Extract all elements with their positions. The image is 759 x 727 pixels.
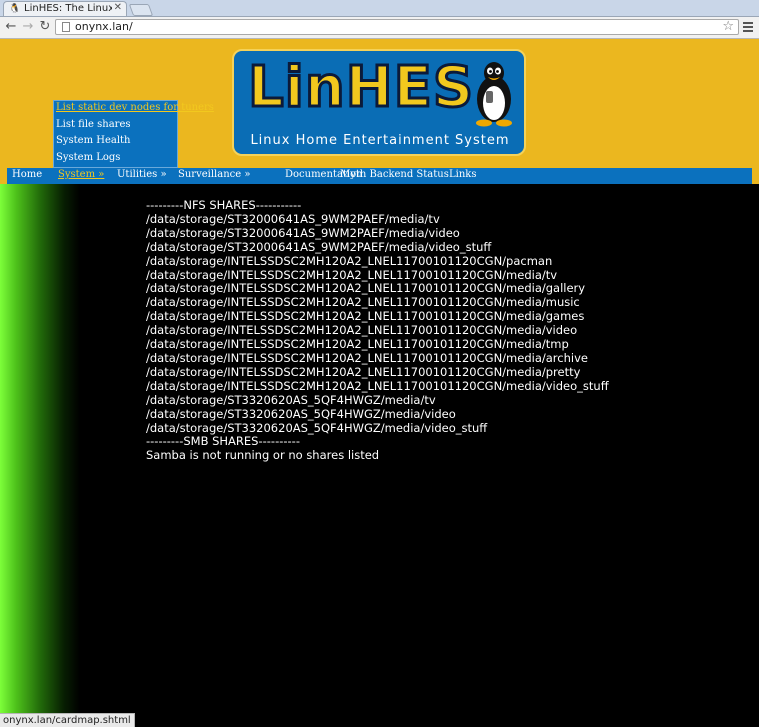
forward-arrow-icon[interactable]: → [20, 19, 36, 35]
logo-subtitle: Linux Home Entertainment System [250, 133, 510, 148]
page-icon [62, 22, 70, 32]
output-line: /data/storage/ST32000641AS_9WM2PAEF/medi… [146, 239, 492, 254]
nav-surveillance[interactable]: Surveillance » [178, 169, 250, 180]
output-line: /data/storage/INTELSSDSC2MH120A2_LNEL117… [146, 253, 553, 268]
address-bar[interactable]: onynx.lan/ ☆ [55, 19, 739, 35]
system-dropdown-menu: List static dev nodes for tuners List fi… [53, 100, 214, 168]
nav-home[interactable]: Home [12, 169, 42, 180]
menu-item-static-dev-nodes[interactable]: List static dev nodes for tuners [56, 102, 214, 113]
shares-output: ---------NFS SHARES----------- /data/sto… [146, 198, 746, 463]
tab-close-icon[interactable]: ✕ [114, 2, 122, 13]
browser-menu-icon[interactable] [741, 20, 755, 34]
output-line: /data/storage/ST32000641AS_9WM2PAEF/medi… [146, 211, 440, 226]
nav-utilities[interactable]: Utilities » [117, 169, 167, 180]
output-line: ---------NFS SHARES----------- [146, 198, 302, 212]
browser-toolbar: ← → ↻ onynx.lan/ ☆ [0, 17, 759, 39]
output-line: /data/storage/INTELSSDSC2MH120A2_LNEL117… [146, 378, 609, 393]
window-controls [713, 1, 755, 13]
status-bar-url: onynx.lan/cardmap.shtml [0, 713, 135, 727]
nav-system[interactable]: System » [58, 169, 104, 180]
web-page: LinHES Linux Home Entertainment System L… [0, 39, 759, 726]
menu-item-system-logs[interactable]: System Logs [56, 152, 120, 163]
nav-links[interactable]: Links [449, 169, 476, 180]
output-line: Samba is not running or no shares listed [146, 448, 380, 463]
back-arrow-icon[interactable]: ← [3, 19, 19, 35]
output-line: /data/storage/INTELSSDSC2MH120A2_LNEL117… [146, 323, 578, 338]
output-line: ---------SMB SHARES---------- [146, 434, 300, 449]
output-line: /data/storage/ST3320620AS_5QF4HWGZ/media… [146, 420, 488, 435]
output-line: /data/storage/INTELSSDSC2MH120A2_LNEL117… [146, 309, 585, 324]
url-text[interactable]: onynx.lan/ [75, 20, 133, 34]
output-line: /data/storage/INTELSSDSC2MH120A2_LNEL117… [146, 337, 569, 352]
tux-favicon-icon: 🐧 [9, 4, 21, 14]
logo-title: LinHES [246, 54, 475, 122]
reload-icon[interactable]: ↻ [37, 19, 53, 35]
output-line: /data/storage/INTELSSDSC2MH120A2_LNEL117… [146, 350, 588, 365]
menu-item-system-health[interactable]: System Health [56, 135, 131, 146]
tab-title: LinHES: The Linux Hom [24, 3, 112, 14]
output-line: /data/storage/ST3320620AS_5QF4HWGZ/media… [146, 392, 436, 407]
main-nav: Home System » Utilities » Surveillance »… [7, 168, 752, 184]
output-line: /data/storage/INTELSSDSC2MH120A2_LNEL117… [146, 364, 581, 379]
bookmark-star-icon[interactable]: ☆ [722, 19, 734, 34]
output-line: /data/storage/INTELSSDSC2MH120A2_LNEL117… [146, 295, 580, 310]
output-line: /data/storage/ST3320620AS_5QF4HWGZ/media… [146, 406, 456, 421]
menu-item-file-shares[interactable]: List file shares [56, 119, 131, 130]
output-line: /data/storage/INTELSSDSC2MH120A2_LNEL117… [146, 281, 586, 296]
header-band: LinHES Linux Home Entertainment System L… [0, 39, 759, 184]
linhes-logo: LinHES Linux Home Entertainment System [232, 49, 526, 156]
nav-myth-backend-status[interactable]: Myth Backend Status [340, 169, 449, 180]
output-line: /data/storage/ST32000641AS_9WM2PAEF/medi… [146, 225, 460, 240]
output-line: /data/storage/INTELSSDSC2MH120A2_LNEL117… [146, 267, 558, 282]
green-gradient-bar [0, 184, 80, 726]
tux-penguin-icon [476, 62, 512, 127]
tab-strip: 🐧 LinHES: The Linux Hom ✕ [0, 0, 759, 17]
browser-tab[interactable]: 🐧 LinHES: The Linux Hom ✕ [3, 1, 127, 16]
new-tab-button[interactable] [128, 4, 154, 16]
